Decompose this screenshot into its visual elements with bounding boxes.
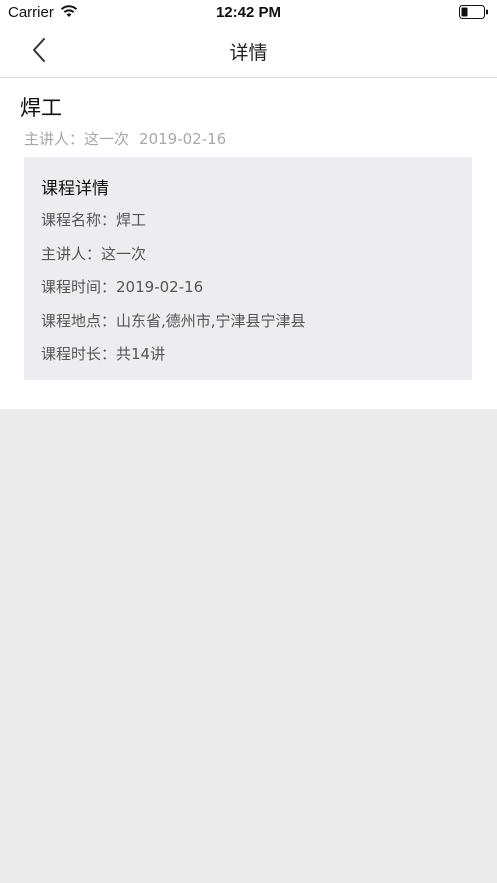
- lecturer-name: 这一次: [84, 130, 130, 148]
- lecturer-label: 主讲人：: [24, 130, 85, 148]
- detail-label: 主讲人：: [41, 245, 102, 263]
- detail-label: 课程时间：: [41, 278, 117, 296]
- course-meta: 主讲人：这一次 2019-02-16: [24, 128, 226, 149]
- status-bar: Carrier 12:42 PM: [0, 0, 497, 26]
- battery-icon: [459, 5, 488, 19]
- page-title: 详情: [229, 42, 268, 64]
- course-date: 2019-02-16: [139, 130, 227, 148]
- detail-row-location: 课程地点：山东省,德州市,宁津县宁津县: [41, 310, 306, 331]
- detail-label: 课程时长：: [41, 345, 117, 363]
- course-detail-card: 课程详情 课程名称：焊工 主讲人：这一次 课程时间：2019-02-16 课程地…: [24, 157, 472, 380]
- detail-value: 这一次: [101, 245, 147, 263]
- detail-label: 课程名称：: [41, 211, 117, 229]
- course-title: 焊工: [20, 96, 62, 120]
- detail-row-time: 课程时间：2019-02-16: [41, 276, 203, 297]
- detail-label: 课程地点：: [41, 312, 117, 330]
- course-content: 焊工 主讲人：这一次 2019-02-16 课程详情 课程名称：焊工 主讲人：这一…: [0, 78, 497, 409]
- detail-value: 焊工: [116, 211, 147, 229]
- detail-row-lecturer: 主讲人：这一次: [41, 243, 146, 264]
- navigation-bar: 详情: [0, 26, 497, 78]
- detail-value: 山东省,德州市,宁津县宁津县: [116, 312, 306, 330]
- detail-value: 2019-02-16: [116, 278, 204, 296]
- detail-heading: 课程详情: [41, 179, 109, 199]
- status-time: 12:42 PM: [215, 4, 282, 21]
- detail-row-name: 课程名称：焊工: [41, 209, 146, 230]
- detail-row-duration: 课程时长：共14讲: [41, 343, 165, 364]
- detail-value: 共14讲: [116, 345, 166, 363]
